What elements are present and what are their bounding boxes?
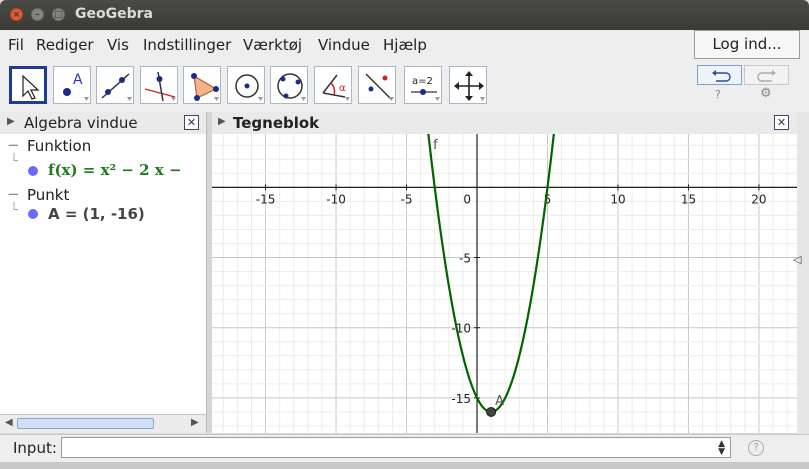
redo-icon bbox=[757, 70, 776, 82]
function-visibility-toggle[interactable] bbox=[28, 166, 38, 176]
function-label: f bbox=[433, 138, 438, 153]
reflect-tool-button[interactable] bbox=[358, 66, 396, 104]
perpendicular-line-tool-button[interactable] bbox=[140, 66, 178, 104]
right-panel-strip: ◁ bbox=[793, 112, 809, 434]
input-field[interactable]: ▲ ▼ bbox=[61, 437, 731, 458]
tree-connector: └ bbox=[10, 203, 18, 218]
axes bbox=[212, 134, 797, 433]
undo-icon bbox=[712, 70, 731, 82]
y-tick-label: -10 bbox=[451, 322, 471, 336]
y-tick-label: -15 bbox=[451, 392, 471, 406]
menu-bar: Fil Rediger Vis Indstillinger Værktøj Vi… bbox=[0, 30, 809, 60]
point-a-label: A bbox=[495, 394, 504, 409]
window-title: GeoGebra bbox=[75, 6, 153, 22]
function-plot[interactable]: -15 -10 -5 0 5 10 15 20-5-10-15 f A bbox=[212, 134, 797, 433]
point-visibility-toggle[interactable] bbox=[28, 209, 38, 219]
minimize-window-button[interactable]: – bbox=[31, 8, 44, 21]
algebra-view-header: ▶ Algebra vindue bbox=[0, 112, 206, 135]
x-tick-label: -15 bbox=[256, 192, 276, 206]
graphics-view[interactable]: -15 -10 -5 0 5 10 15 20 -5 -10 -15 f A bbox=[212, 134, 797, 433]
menu-indstillinger[interactable]: Indstillinger bbox=[143, 36, 231, 54]
circle-three-points-tool-button[interactable] bbox=[270, 66, 308, 104]
collapse-triangle-icon[interactable]: ▶ bbox=[7, 116, 15, 127]
function-definition[interactable]: f(x) = x² − 2 x − bbox=[48, 161, 182, 179]
menu-vaerktoej[interactable]: Værktøj bbox=[243, 36, 302, 54]
input-label: Input: bbox=[13, 439, 57, 457]
angle-icon: α bbox=[322, 74, 350, 101]
polygon-icon bbox=[191, 73, 219, 101]
redo-button[interactable] bbox=[744, 65, 789, 85]
scroll-left-icon[interactable]: ◀ bbox=[5, 417, 13, 428]
circle-center-tool-button[interactable] bbox=[227, 66, 265, 104]
cursor-arrow-icon bbox=[22, 74, 40, 100]
algebra-view-title: Algebra vindue bbox=[24, 114, 138, 132]
circle-center-icon bbox=[235, 74, 263, 101]
polygon-tool-button[interactable] bbox=[183, 66, 221, 104]
menu-vis[interactable]: Vis bbox=[107, 36, 129, 54]
scrollbar-thumb[interactable] bbox=[17, 418, 154, 429]
close-window-button[interactable]: × bbox=[10, 8, 23, 21]
graphics-view-title: Tegneblok bbox=[233, 114, 320, 132]
slider-tool-label: a=2 bbox=[412, 76, 433, 87]
algebra-close-button[interactable]: ✕ bbox=[184, 115, 199, 130]
slider-icon: a=2 bbox=[411, 76, 440, 101]
x-tick-label: -5 bbox=[401, 192, 413, 206]
expand-panel-icon[interactable]: ◁ bbox=[793, 253, 801, 266]
point-tool-button[interactable]: A bbox=[53, 66, 91, 104]
gear-icon[interactable]: ⚙ bbox=[760, 86, 772, 101]
tick-labels: -15 -10 -5 0 5 10 15 20-5-10-15 bbox=[256, 184, 767, 406]
undo-button[interactable] bbox=[697, 65, 742, 85]
line-tool-button[interactable] bbox=[96, 66, 134, 104]
help-icon[interactable]: ? bbox=[715, 88, 721, 101]
x-tick-label: 10 bbox=[610, 192, 625, 206]
angle-tool-label: α bbox=[339, 83, 346, 94]
login-button[interactable]: Log ind... bbox=[694, 30, 800, 59]
collapse-triangle-icon[interactable]: ▶ bbox=[218, 116, 226, 127]
reflect-icon bbox=[365, 73, 394, 101]
x-tick-label: 15 bbox=[681, 192, 696, 206]
group-label-function: Funktion bbox=[27, 137, 92, 155]
graphics-close-button[interactable]: ✕ bbox=[774, 115, 789, 130]
angle-tool-button[interactable]: α bbox=[314, 66, 352, 104]
scroll-right-icon[interactable]: ▶ bbox=[191, 417, 199, 428]
graphics-view-header: ▶ Tegneblok bbox=[212, 112, 797, 135]
x-tick-label: 0 bbox=[463, 192, 471, 206]
point-icon: A bbox=[63, 72, 89, 101]
group-label-point: Punkt bbox=[27, 186, 70, 204]
grid-lines bbox=[212, 134, 797, 433]
input-help-icon[interactable]: ? bbox=[748, 440, 764, 456]
tree-connector: └ bbox=[10, 154, 18, 169]
slider-tool-button[interactable]: a=2 bbox=[404, 66, 442, 104]
tree-toggle-icon[interactable]: − bbox=[7, 136, 20, 154]
algebra-view: − Funktion └ f(x) = x² − 2 x − − Punkt └… bbox=[0, 134, 206, 414]
input-history-icon[interactable]: ▲ ▼ bbox=[718, 440, 725, 457]
menu-vindue[interactable]: Vindue bbox=[318, 36, 370, 54]
move-arrows-icon bbox=[454, 71, 485, 101]
circle-three-points-icon bbox=[277, 73, 306, 101]
algebra-horizontal-scrollbar[interactable]: ◀ ▶ bbox=[0, 414, 206, 433]
x-tick-label: -10 bbox=[326, 192, 346, 206]
window-bottom-edge bbox=[0, 462, 809, 469]
title-bar: × – □ GeoGebra bbox=[0, 0, 809, 30]
point-tool-label: A bbox=[73, 72, 83, 88]
move-graphics-view-tool-button[interactable] bbox=[449, 66, 487, 104]
menu-hjaelp[interactable]: Hjælp bbox=[383, 36, 427, 54]
y-tick-label: -5 bbox=[459, 252, 471, 266]
x-tick-label: 20 bbox=[751, 192, 766, 206]
menu-rediger[interactable]: Rediger bbox=[36, 36, 94, 54]
point-definition[interactable]: A = (1, -16) bbox=[48, 205, 145, 223]
line-icon bbox=[101, 73, 132, 101]
menu-fil[interactable]: Fil bbox=[8, 36, 24, 54]
move-tool-button[interactable] bbox=[9, 66, 47, 104]
maximize-window-button[interactable]: □ bbox=[52, 8, 65, 21]
perpendicular-line-icon bbox=[144, 71, 176, 102]
tree-toggle-icon[interactable]: − bbox=[7, 185, 20, 203]
